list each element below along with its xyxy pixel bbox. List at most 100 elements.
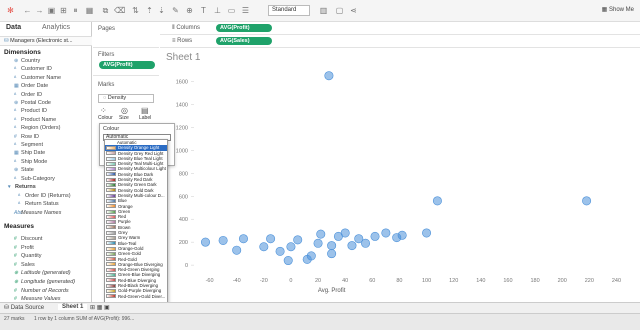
filters-card[interactable]: Filters AVG(Profit): [93, 48, 159, 76]
scatter-point[interactable]: [316, 229, 326, 239]
scatter-point[interactable]: [327, 241, 337, 251]
field-item[interactable]: ᴬ Sub-Category: [14, 176, 55, 182]
datasource-item[interactable]: ⛁ Managers (Electronic st...: [0, 36, 92, 46]
save-icon[interactable]: ▣: [46, 5, 57, 16]
field-measure-names[interactable]: AbcMeasure Names: [14, 210, 61, 216]
swap-icon[interactable]: ⇅: [130, 5, 141, 16]
show-me-button[interactable]: ▦ Show Me: [602, 6, 634, 13]
scatter-point[interactable]: [340, 228, 350, 238]
fix-axes-icon[interactable]: ⊥: [212, 5, 223, 16]
scatter-chart[interactable]: 1600 1400 1200 1000 800 600 400 200 0 -60 -40 -20 0 2…: [160, 62, 640, 298]
palette-option[interactable]: Density Multi-colour D...: [105, 193, 167, 198]
scatter-point[interactable]: [293, 235, 303, 245]
field-item[interactable]: ᴬ Return Status: [18, 201, 59, 207]
redo-icon[interactable]: →: [34, 5, 45, 16]
scatter-point[interactable]: [381, 228, 391, 238]
scatter-point[interactable]: [422, 228, 432, 238]
field-item[interactable]: ᴬ Product ID: [14, 108, 47, 114]
field-item[interactable]: # Row ID: [14, 134, 39, 140]
scatter-point[interactable]: [266, 234, 276, 244]
label-icon[interactable]: T: [198, 5, 209, 16]
x-tick-label: 20: [315, 278, 321, 284]
size-icon[interactable]: ◎: [121, 106, 128, 115]
scatter-point[interactable]: [238, 234, 248, 244]
field-item[interactable]: # Discount: [14, 236, 42, 242]
field-item[interactable]: # Number of Records: [14, 288, 69, 294]
label-icon[interactable]: ▤: [141, 106, 149, 115]
filter-pill[interactable]: AVG(Profit): [99, 61, 155, 69]
scatter-point[interactable]: [432, 196, 442, 206]
scatter-point[interactable]: [286, 242, 296, 252]
field-item[interactable]: ᴬ Order ID (Returns): [18, 193, 71, 199]
share-icon[interactable]: ⋖: [348, 5, 359, 16]
scatter-point[interactable]: [283, 256, 293, 266]
scatter-point[interactable]: [324, 71, 334, 81]
tableau-logo-icon[interactable]: ✻: [5, 5, 16, 16]
returns-group[interactable]: ▾ Returns: [8, 184, 36, 190]
pause-icon[interactable]: ⏸: [70, 5, 81, 16]
field-item[interactable]: # Profit: [14, 245, 34, 251]
new-datasource-icon[interactable]: ⊞: [58, 5, 69, 16]
undo-icon[interactable]: ←: [22, 5, 33, 16]
label-button[interactable]: Label: [139, 115, 151, 121]
field-item[interactable]: ᴬ Product Name: [14, 117, 56, 123]
new-sheet-tab-icon[interactable]: ⊞ ▦ ▣: [90, 304, 110, 311]
scatter-point[interactable]: [327, 249, 337, 259]
new-sheet-icon[interactable]: ▦: [84, 5, 95, 16]
palette-option[interactable]: Red-Green-Gold Diver...: [105, 294, 167, 299]
field-item[interactable]: ▦ Order Date: [14, 83, 48, 89]
field-item[interactable]: ▦ Ship Date: [14, 150, 45, 156]
field-item[interactable]: ⊕ State: [14, 167, 34, 173]
field-item[interactable]: # Sales: [14, 262, 35, 268]
field-item[interactable]: ᴬ Customer Name: [14, 75, 61, 81]
scatter-point[interactable]: [218, 235, 228, 245]
scatter-point[interactable]: [361, 238, 371, 248]
tab-analytics[interactable]: Analytics: [42, 24, 70, 31]
sort-asc-icon[interactable]: ⇡: [144, 5, 155, 16]
field-item[interactable]: ⊕ Longitude (generated): [14, 279, 75, 285]
colour-icon[interactable]: ⁘: [100, 106, 107, 115]
rows-pill[interactable]: AVG(Sales): [216, 37, 272, 45]
pages-card[interactable]: Pages: [93, 22, 159, 48]
tab-data[interactable]: Data: [6, 24, 21, 31]
duplicate-icon[interactable]: ⧉: [100, 5, 111, 16]
tab-data-source[interactable]: ⛁ Data Source: [4, 304, 44, 311]
clear-icon[interactable]: ⌫: [114, 5, 125, 16]
present-icon[interactable]: ▭: [226, 5, 237, 16]
scatter-point[interactable]: [370, 231, 380, 241]
rows-shelf[interactable]: ≡ Rows AVG(Sales): [160, 35, 640, 48]
tab-sheet-1[interactable]: Sheet 1: [58, 304, 88, 310]
scatter-point[interactable]: [347, 241, 357, 251]
field-item[interactable]: ⊕ Country: [14, 58, 40, 64]
tooltip-icon[interactable]: ☰: [240, 5, 251, 16]
group-icon[interactable]: ⊕: [184, 5, 195, 16]
scatter-point[interactable]: [582, 196, 592, 206]
scatter-point[interactable]: [232, 245, 242, 255]
chart-view-icon[interactable]: ▥: [318, 5, 329, 16]
field-item[interactable]: ᴬ Segment: [14, 142, 43, 148]
scatter-point[interactable]: [306, 251, 316, 261]
field-item[interactable]: ⊕ Postal Code: [14, 100, 51, 106]
scatter-point[interactable]: [259, 242, 269, 252]
mark-type-select[interactable]: ◌ Density: [98, 94, 154, 103]
field-item[interactable]: ⊕ Latitude (generated): [14, 270, 71, 276]
highlight-icon[interactable]: ✎: [170, 5, 181, 16]
field-item[interactable]: ᴬ Customer ID: [14, 66, 52, 72]
sort-desc-icon[interactable]: ⇣: [156, 5, 167, 16]
palette-swatch: [106, 225, 116, 230]
scatter-point[interactable]: [397, 230, 407, 240]
presentation-icon[interactable]: ▢: [334, 5, 345, 16]
scatter-point[interactable]: [313, 238, 323, 248]
size-button[interactable]: Size: [119, 115, 129, 121]
field-item[interactable]: ᴬ Order ID: [14, 92, 42, 98]
scatter-point[interactable]: [200, 237, 210, 247]
field-item[interactable]: ᴬ Region (Orders): [14, 125, 60, 131]
columns-shelf[interactable]: ⦀ Columns AVG(Profit): [160, 22, 640, 35]
fit-select[interactable]: Standard: [268, 5, 310, 16]
field-item[interactable]: ᴬ Ship Mode: [14, 159, 47, 165]
field-item[interactable]: # Quantity: [14, 253, 41, 259]
colour-button[interactable]: Colour: [98, 115, 113, 121]
palette-swatch: [106, 257, 116, 262]
scatter-point[interactable]: [275, 246, 285, 256]
columns-pill[interactable]: AVG(Profit): [216, 24, 272, 32]
